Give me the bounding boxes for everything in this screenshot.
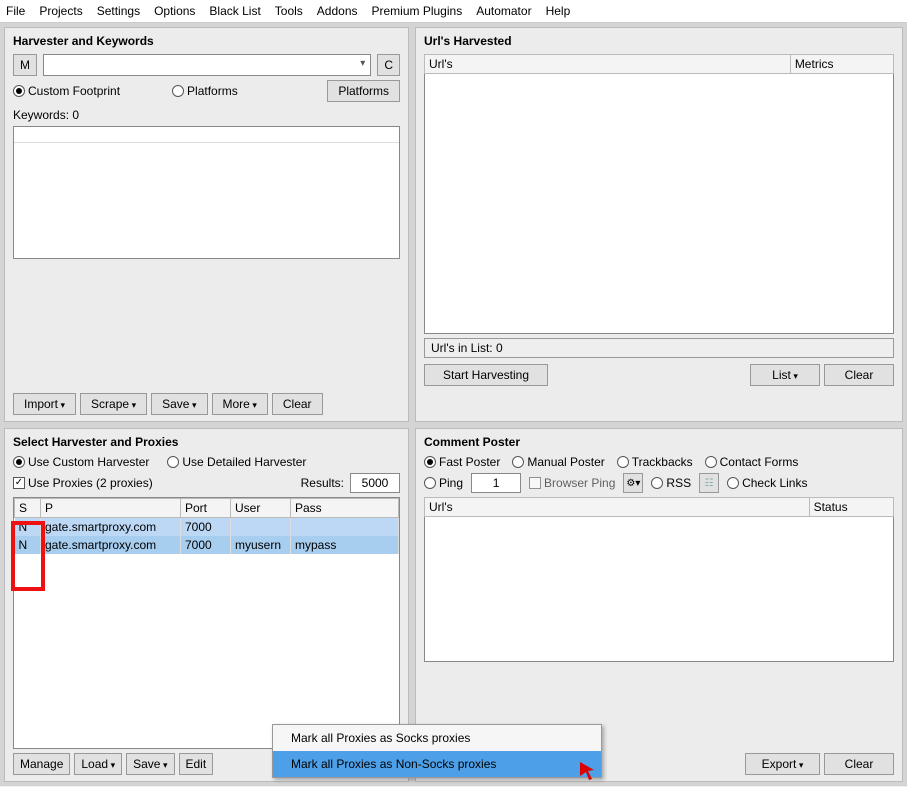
c-button[interactable]: C bbox=[377, 54, 400, 76]
edit-proxies-button[interactable]: Edit bbox=[179, 753, 214, 775]
menubar: File Projects Settings Options Black Lis… bbox=[0, 0, 907, 23]
footprint-select[interactable] bbox=[43, 54, 371, 76]
menu-premium-plugins[interactable]: Premium Plugins bbox=[372, 4, 463, 18]
start-harvesting-button[interactable]: Start Harvesting bbox=[424, 364, 548, 386]
mark-socks-menuitem[interactable]: Mark all Proxies as Socks proxies bbox=[273, 725, 601, 751]
platforms-radio[interactable]: Platforms bbox=[172, 84, 238, 98]
m-button[interactable]: M bbox=[13, 54, 37, 76]
ping-input[interactable] bbox=[471, 473, 521, 493]
clear-keywords-button[interactable]: Clear bbox=[272, 393, 323, 415]
col-s[interactable]: S bbox=[15, 499, 41, 518]
proxy-context-menu: Mark all Proxies as Socks proxies Mark a… bbox=[272, 724, 602, 778]
check-links-radio[interactable]: Check Links bbox=[727, 476, 807, 490]
menu-options[interactable]: Options bbox=[154, 4, 195, 18]
menu-file[interactable]: File bbox=[6, 4, 25, 18]
results-input[interactable] bbox=[350, 473, 400, 493]
menu-projects[interactable]: Projects bbox=[39, 4, 82, 18]
urls-col-metrics[interactable]: Metrics bbox=[790, 55, 893, 74]
fast-poster-radio[interactable]: Fast Poster bbox=[424, 455, 500, 469]
harvester-panel: Harvester and Keywords M C Custom Footpr… bbox=[4, 27, 409, 422]
manage-button[interactable]: Manage bbox=[13, 753, 70, 775]
keywords-listbox[interactable] bbox=[13, 126, 400, 259]
use-custom-harvester-radio[interactable]: Use Custom Harvester bbox=[13, 455, 149, 469]
urls-table[interactable]: Url'sMetrics bbox=[424, 54, 894, 334]
poster-col-url[interactable]: Url's bbox=[425, 498, 810, 517]
rss-icon[interactable]: ☷ bbox=[699, 473, 719, 493]
more-button[interactable]: More bbox=[212, 393, 268, 415]
col-port[interactable]: Port bbox=[181, 499, 231, 518]
menu-tools[interactable]: Tools bbox=[275, 4, 303, 18]
urls-col-url[interactable]: Url's bbox=[425, 55, 791, 74]
load-proxies-button[interactable]: Load bbox=[74, 753, 122, 775]
platforms-button[interactable]: Platforms bbox=[327, 80, 400, 102]
proxies-title: Select Harvester and Proxies bbox=[13, 435, 400, 449]
trackbacks-radio[interactable]: Trackbacks bbox=[617, 455, 693, 469]
cursor-icon bbox=[580, 762, 600, 782]
scrape-button[interactable]: Scrape bbox=[80, 393, 147, 415]
menu-settings[interactable]: Settings bbox=[97, 4, 140, 18]
urls-harvested-panel: Url's Harvested Url'sMetrics Url's in Li… bbox=[415, 27, 903, 422]
col-p[interactable]: P bbox=[41, 499, 181, 518]
manual-poster-radio[interactable]: Manual Poster bbox=[512, 455, 604, 469]
save-proxies-button[interactable]: Save bbox=[126, 753, 174, 775]
harvester-title: Harvester and Keywords bbox=[13, 34, 400, 48]
import-button[interactable]: Import bbox=[13, 393, 76, 415]
menu-addons[interactable]: Addons bbox=[317, 4, 358, 18]
menu-automator[interactable]: Automator bbox=[476, 4, 531, 18]
urls-in-list: Url's in List: 0 bbox=[424, 338, 894, 358]
export-button[interactable]: Export bbox=[745, 753, 820, 775]
browser-ping-checkbox[interactable]: Browser Ping bbox=[529, 476, 615, 490]
urls-title: Url's Harvested bbox=[424, 34, 894, 48]
rss-radio[interactable]: RSS bbox=[651, 476, 691, 490]
menu-black-list[interactable]: Black List bbox=[209, 4, 260, 18]
menu-help[interactable]: Help bbox=[546, 4, 571, 18]
browser-ping-settings-icon[interactable]: ⚙▾ bbox=[623, 473, 643, 493]
col-pass[interactable]: Pass bbox=[291, 499, 399, 518]
results-label: Results: bbox=[301, 476, 344, 490]
list-button[interactable]: List bbox=[750, 364, 820, 386]
use-proxies-checkbox[interactable]: Use Proxies (2 proxies) bbox=[13, 476, 153, 490]
keywords-count: Keywords: 0 bbox=[13, 108, 400, 122]
save-keywords-button[interactable]: Save bbox=[151, 393, 207, 415]
proxy-row[interactable]: N gate.smartproxy.com 7000 myusern mypas… bbox=[15, 536, 399, 554]
poster-urls-table[interactable]: Url'sStatus bbox=[424, 497, 894, 662]
proxy-table[interactable]: S P Port User Pass N gate.smartproxy.com… bbox=[14, 498, 399, 554]
col-user[interactable]: User bbox=[231, 499, 291, 518]
clear-urls-button[interactable]: Clear bbox=[824, 364, 894, 386]
poster-title: Comment Poster bbox=[424, 435, 894, 449]
use-detailed-harvester-radio[interactable]: Use Detailed Harvester bbox=[167, 455, 306, 469]
mark-non-socks-menuitem[interactable]: Mark all Proxies as Non-Socks proxies bbox=[273, 751, 601, 777]
custom-footprint-radio[interactable]: Custom Footprint bbox=[13, 84, 120, 98]
contact-forms-radio[interactable]: Contact Forms bbox=[705, 455, 799, 469]
proxy-table-container: S P Port User Pass N gate.smartproxy.com… bbox=[13, 497, 400, 749]
clear-poster-button[interactable]: Clear bbox=[824, 753, 894, 775]
ping-radio[interactable]: Ping bbox=[424, 476, 463, 490]
poster-col-status[interactable]: Status bbox=[809, 498, 893, 517]
proxy-row[interactable]: N gate.smartproxy.com 7000 bbox=[15, 518, 399, 537]
